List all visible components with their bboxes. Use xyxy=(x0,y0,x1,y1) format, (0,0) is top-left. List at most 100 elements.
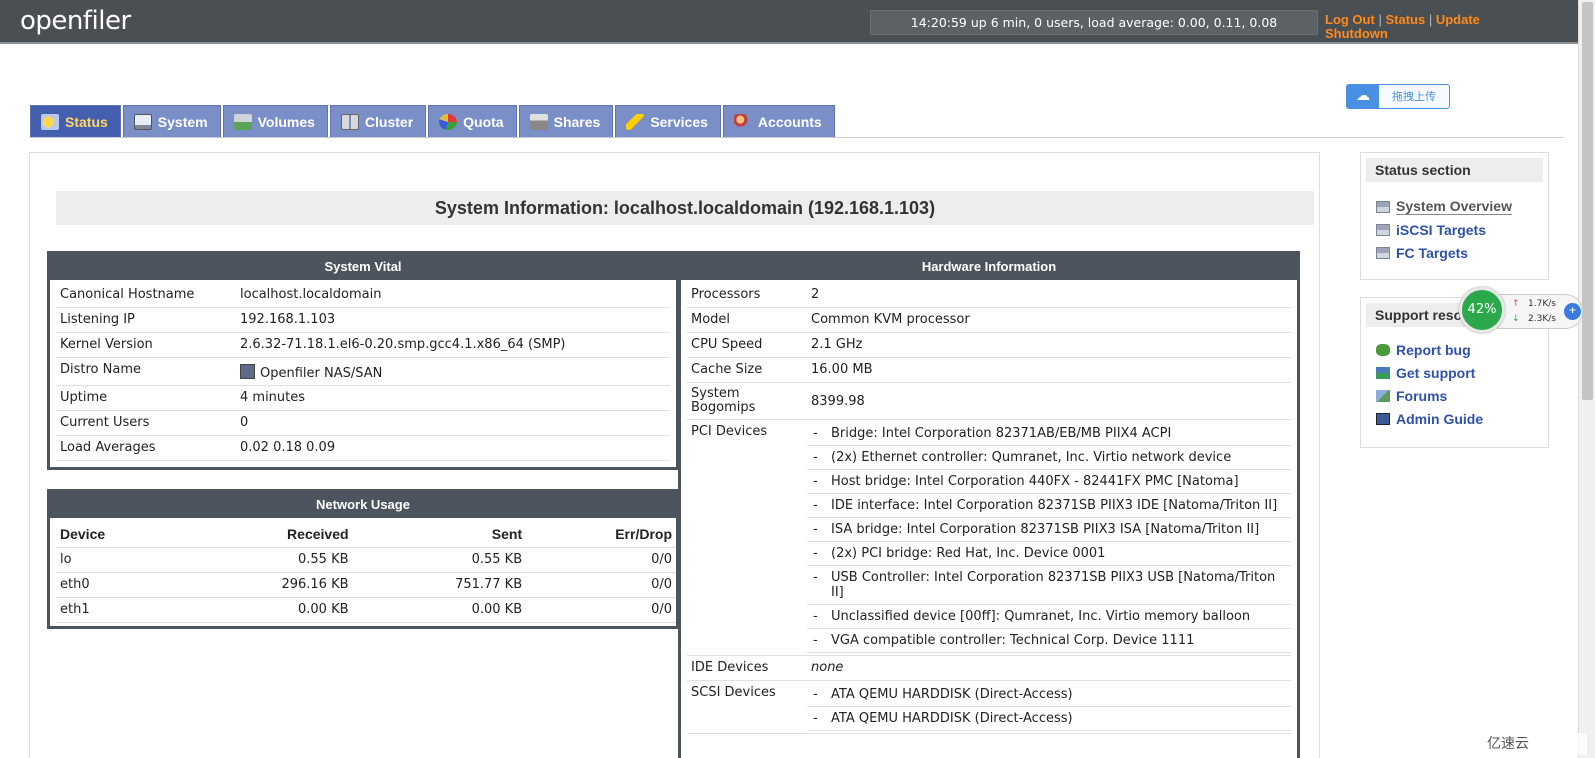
table-cell: 0.55 KB xyxy=(178,547,353,573)
sidebar-item-forums[interactable]: Forums xyxy=(1361,384,1548,407)
hw-row: Model Common KVM processor xyxy=(687,308,1291,333)
monitor-icon xyxy=(133,113,152,130)
list-item: - ISA bridge: Intel Corporation 82371SB P… xyxy=(807,518,1291,542)
tab-label: Volumes xyxy=(257,113,315,130)
hw-row: IDE Devices none xyxy=(687,656,1291,681)
table-cell: 0/0 xyxy=(526,597,676,623)
sidebar-item-iscsi-targets[interactable]: iSCSI Targets xyxy=(1361,218,1548,241)
status-link[interactable]: Status xyxy=(1385,12,1425,27)
tab-shares[interactable]: Shares xyxy=(518,105,614,137)
table-cell: 0.55 KB xyxy=(352,547,527,573)
table-cell: 296.16 KB xyxy=(178,572,353,598)
vital-key: Canonical Hostname xyxy=(60,287,195,302)
server-icon xyxy=(340,113,359,130)
table-cell: 0/0 xyxy=(526,547,676,573)
drag-upload-button[interactable]: ☁ 拖拽上传 xyxy=(1346,84,1450,109)
vital-value: 4 minutes xyxy=(240,390,306,405)
lightning-icon xyxy=(626,113,645,130)
hw-row: Cache Size 16.00 MB xyxy=(687,358,1291,383)
list-item: - VGA compatible controller: Technical Co… xyxy=(807,629,1291,653)
network-usage-box: Network Usage Device Received Sent Err/D… xyxy=(47,489,679,629)
table-cell: lo xyxy=(56,547,179,573)
download-speed: 2.3K/s xyxy=(1528,314,1556,324)
top-header: openfiler 14:20:59 up 6 min, 0 users, lo… xyxy=(0,0,1578,44)
sidebar-item-label: Admin Guide xyxy=(1396,410,1484,427)
table-cell: 0.00 KB xyxy=(178,597,353,623)
shutdown-link[interactable]: Shutdown xyxy=(1325,26,1388,41)
table-cell: eth0 xyxy=(56,572,179,598)
pci-device: VGA compatible controller: Technical Cor… xyxy=(831,633,1195,648)
hardware-info-heading: Hardware Information xyxy=(681,254,1297,280)
openfiler-logo[interactable]: openfiler xyxy=(20,6,131,36)
pci-device: ISA bridge: Intel Corporation 82371SB PI… xyxy=(831,522,1260,537)
sidebar-item-label: Get support xyxy=(1396,364,1476,381)
sidebar-item-admin-guide[interactable]: Admin Guide xyxy=(1361,407,1548,430)
scsi-device: ATA QEMU HARDDISK (Direct-Access) xyxy=(831,687,1073,702)
tab-label: Shares xyxy=(553,113,601,130)
table-row: eth0 296.16 KB 751.77 KB 0/0 xyxy=(56,572,676,598)
sidebar-item-system-overview[interactable]: System Overview xyxy=(1361,195,1548,218)
vital-value: localhost.localdomain xyxy=(240,287,382,302)
vital-key: Load Averages xyxy=(60,440,156,455)
plus-icon[interactable]: + xyxy=(1564,303,1581,320)
tab-volumes[interactable]: Volumes xyxy=(222,105,328,137)
pci-device: Host bridge: Intel Corporation 440FX - 8… xyxy=(831,474,1239,489)
pie-icon xyxy=(439,113,458,130)
vertical-scrollbar[interactable] xyxy=(1578,0,1595,758)
pci-device: USB Controller: Intel Corporation 82371S… xyxy=(831,570,1276,600)
sidebar-item-label: FC Targets xyxy=(1396,244,1469,261)
watermark-logo: 亿速云 xyxy=(1487,733,1587,755)
network-speed-widget[interactable]: ↑ 1.7K/s ↓ 2.3K/s + 42% xyxy=(1459,287,1587,335)
tab-system[interactable]: System xyxy=(122,105,221,137)
hw-row: CPU Speed 2.1 GHz xyxy=(687,333,1291,358)
tab-label: System xyxy=(157,113,208,130)
upload-speed: 1.7K/s xyxy=(1528,299,1556,309)
uptime-status: 14:20:59 up 6 min, 0 users, load average… xyxy=(870,10,1318,35)
pci-device: (2x) PCI bridge: Red Hat, Inc. Device 00… xyxy=(831,546,1106,561)
tab-status[interactable]: Status xyxy=(30,105,121,137)
printer-icon xyxy=(529,113,548,130)
network-usage-heading: Network Usage xyxy=(50,492,676,518)
tab-services[interactable]: Services xyxy=(615,105,721,137)
status-section-heading: Status section xyxy=(1366,158,1543,182)
hw-key: System Bogomips xyxy=(691,386,756,415)
forum-icon xyxy=(1376,389,1390,402)
tab-accounts[interactable]: Accounts xyxy=(722,105,835,137)
table-row: eth1 0.00 KB 0.00 KB 0/0 xyxy=(56,597,676,623)
scrollbar-thumb[interactable] xyxy=(1582,2,1593,400)
tab-cluster[interactable]: Cluster xyxy=(329,105,427,137)
vital-key: Current Users xyxy=(60,415,150,430)
vital-row: Uptime 4 minutes xyxy=(56,386,670,411)
vital-key: Listening IP xyxy=(60,312,135,327)
sidebar-item-get-support[interactable]: Get support xyxy=(1361,361,1548,384)
hw-row: SCSI Devices - ATA QEMU HARDDISK (Direct-… xyxy=(687,681,1291,734)
hw-key: SCSI Devices xyxy=(691,685,776,700)
tab-quota[interactable]: Quota xyxy=(428,105,517,137)
column-header: Device xyxy=(56,522,179,548)
table-row: lo 0.55 KB 0.55 KB 0/0 xyxy=(56,547,676,573)
vital-row: Listening IP 192.168.1.103 xyxy=(56,308,670,333)
hw-key: Cache Size xyxy=(691,362,763,377)
vital-key: Kernel Version xyxy=(60,337,153,352)
sidebar-item-report-bug[interactable]: Report bug xyxy=(1361,338,1548,361)
system-vital-heading: System Vital xyxy=(50,254,676,280)
tab-label: Cluster xyxy=(364,113,414,130)
logout-link[interactable]: Log Out xyxy=(1325,12,1375,27)
update-link[interactable]: Update xyxy=(1436,12,1480,27)
column-header: Sent xyxy=(352,522,527,548)
hw-row: System Bogomips 8399.98 xyxy=(687,383,1291,420)
table-cell: 0/0 xyxy=(526,572,676,598)
memory-percent-circle[interactable]: 42% xyxy=(1459,287,1505,333)
status-section-box: Status section System Overview iSCSI Tar… xyxy=(1360,152,1549,280)
cloud-icon: ☁ xyxy=(1347,85,1379,108)
hw-key: Processors xyxy=(691,287,761,302)
list-item: - ATA QEMU HARDDISK (Direct-Access) xyxy=(807,707,1291,731)
sidebar-item-fc-targets[interactable]: FC Targets xyxy=(1361,241,1548,264)
table-header-row: Device Received Sent Err/Drop xyxy=(56,522,676,548)
main-tabs: Status System Volumes Cluster Quota Shar… xyxy=(30,105,837,137)
list-item: - ATA QEMU HARDDISK (Direct-Access) xyxy=(807,683,1291,707)
link-separator: | xyxy=(1428,12,1433,27)
vital-value: 0 xyxy=(240,415,249,430)
hardware-info-box: Hardware Information Processors 2 Model … xyxy=(678,251,1300,758)
pci-device: Unclassified device [00ff]: Qumranet, In… xyxy=(831,609,1251,624)
